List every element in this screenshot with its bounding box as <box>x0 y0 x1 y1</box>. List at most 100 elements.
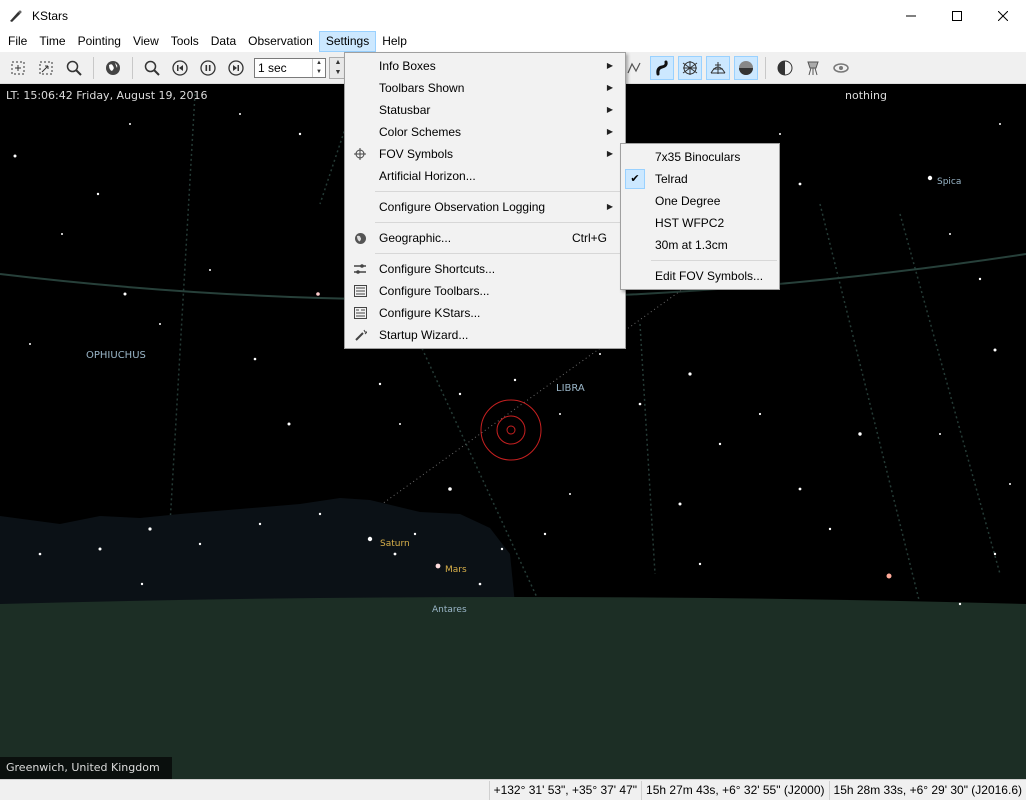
fov-item-hst-wfpc2[interactable]: HST WFPC2 <box>621 212 779 234</box>
toolbar-separator <box>765 57 766 79</box>
menu-observation[interactable]: Observation <box>242 31 319 52</box>
menu-item-label: FOV Symbols <box>379 147 454 161</box>
menu-item-label: Startup Wizard... <box>379 328 469 342</box>
maximize-button[interactable] <box>934 0 980 31</box>
time-step-input[interactable]: 1 sec ▲ ▼ <box>254 57 326 78</box>
menu-item-toolbars-shown[interactable]: Toolbars Shown ▶ <box>345 77 625 99</box>
fov-symbols-submenu: 7x35 Binoculars ✔ Telrad One Degree HST … <box>620 143 780 290</box>
chevron-up-icon[interactable]: ▲ <box>313 59 325 68</box>
menu-data[interactable]: Data <box>205 31 242 52</box>
menu-view[interactable]: View <box>127 31 165 52</box>
menu-item-startup-wizard[interactable]: Startup Wizard... <box>345 324 625 346</box>
toolbars-icon <box>352 283 368 299</box>
crosshair-icon <box>352 146 368 162</box>
title-bar: KStars <box>0 0 1026 31</box>
fov-item-one-degree[interactable]: One Degree <box>621 190 779 212</box>
menu-item-configure-toolbars[interactable]: Configure Toolbars... <box>345 280 625 302</box>
toolbar-separator <box>132 56 133 79</box>
j2000-coordinates: 15h 27m 43s, +6° 32' 55" (J2000) <box>641 780 828 800</box>
menu-item-artificial-horizon[interactable]: Artificial Horizon... <box>345 165 625 187</box>
menu-time[interactable]: Time <box>33 31 71 52</box>
solar-system-icon[interactable] <box>773 56 797 80</box>
shortcuts-icon <box>352 261 368 277</box>
fov-item-telrad[interactable]: ✔ Telrad <box>621 168 779 190</box>
chevron-down-icon[interactable]: ▼ <box>313 68 325 77</box>
kstars-logo-icon <box>8 8 24 24</box>
time-step-control: 1 sec ▲ ▼ ▲ ▼ <box>254 56 347 79</box>
menu-file[interactable]: File <box>2 31 33 52</box>
menu-item-label: Edit FOV Symbols... <box>655 269 764 283</box>
planet-label: Mars <box>445 565 467 575</box>
menu-item-shortcut: Ctrl+G <box>571 231 607 245</box>
menu-separator <box>651 260 777 261</box>
chevron-right-icon: ▶ <box>606 127 613 136</box>
toolbar-separator <box>93 56 94 79</box>
chevron-right-icon: ▶ <box>606 83 613 92</box>
focus-info-box[interactable]: nothing <box>845 89 887 102</box>
menu-item-geographic[interactable]: Geographic... Ctrl+G <box>345 227 625 249</box>
zoom-fit-icon[interactable] <box>6 56 30 80</box>
menu-item-label: 7x35 Binoculars <box>655 150 741 164</box>
menu-settings[interactable]: Settings <box>318 31 377 52</box>
menu-item-color-schemes[interactable]: Color Schemes ▶ <box>345 121 625 143</box>
time-info-box[interactable]: LT: 15:06:42 Friday, August 19, 2016 <box>6 89 208 102</box>
menu-pointing[interactable]: Pointing <box>72 31 127 52</box>
chevron-right-icon: ▶ <box>606 105 613 114</box>
menu-item-configure-kstars[interactable]: Configure KStars... <box>345 302 625 324</box>
menu-bar: File Time Pointing View Tools Data Obser… <box>0 31 1026 52</box>
chevron-right-icon: ▶ <box>606 149 613 158</box>
menu-item-statusbar[interactable]: Statusbar ▶ <box>345 99 625 121</box>
zoom-icon[interactable] <box>140 56 164 80</box>
chevron-right-icon: ▶ <box>606 202 613 211</box>
wizard-icon <box>352 327 368 343</box>
menu-item-label: Configure KStars... <box>379 306 481 320</box>
step-forward-icon[interactable] <box>224 56 248 80</box>
menu-item-label: Info Boxes <box>379 59 436 73</box>
menu-help[interactable]: Help <box>376 31 413 52</box>
menu-item-label: Telrad <box>655 172 688 186</box>
menu-item-fov-symbols[interactable]: FOV Symbols ▶ <box>345 143 625 165</box>
fov-item-binoculars[interactable]: 7x35 Binoculars <box>621 146 779 168</box>
equatorial-grid-icon[interactable] <box>678 56 702 80</box>
pause-icon[interactable] <box>196 56 220 80</box>
menu-item-label: Statusbar <box>379 103 431 117</box>
constellation-name: LIBRA <box>556 383 585 394</box>
menu-item-label: 30m at 1.3cm <box>655 238 728 252</box>
zoom-region-icon[interactable] <box>34 56 58 80</box>
settings-menu: Info Boxes ▶ Toolbars Shown ▶ Statusbar ▶ C… <box>344 52 626 349</box>
checkmark-icon: ✔ <box>625 169 645 189</box>
location-info-box[interactable]: Greenwich, United Kingdom <box>0 757 172 779</box>
star-label: Antares <box>432 605 467 615</box>
menu-separator <box>375 222 623 223</box>
search-icon[interactable] <box>62 56 86 80</box>
globe-icon[interactable] <box>101 56 125 80</box>
step-back-icon[interactable] <box>168 56 192 80</box>
menu-item-label: HST WFPC2 <box>655 216 725 230</box>
altaz-coordinates: +132° 31' 53", +35° 37' 47" <box>488 780 641 800</box>
telescope-icon[interactable] <box>801 56 825 80</box>
menu-item-configure-shortcuts[interactable]: Configure Shortcuts... <box>345 258 625 280</box>
galaxy-icon[interactable] <box>829 56 853 80</box>
jnow-coordinates: 15h 28m 33s, +6° 29' 30" (J2016.6) <box>828 780 1026 800</box>
menu-tools[interactable]: Tools <box>165 31 205 52</box>
menu-item-label: Toolbars Shown <box>379 81 465 95</box>
close-button[interactable] <box>980 0 1026 31</box>
menu-item-label: Color Schemes <box>379 125 462 139</box>
milky-way-icon[interactable] <box>650 56 674 80</box>
fov-item-edit[interactable]: Edit FOV Symbols... <box>621 265 779 287</box>
horizontal-grid-icon[interactable] <box>706 56 730 80</box>
configure-icon <box>352 305 368 321</box>
minimize-button[interactable] <box>888 0 934 31</box>
menu-item-info-boxes[interactable]: Info Boxes ▶ <box>345 55 625 77</box>
menu-item-observation-logging[interactable]: Configure Observation Logging ▶ <box>345 196 625 218</box>
globe-icon <box>352 230 368 246</box>
menu-item-label: Configure Shortcuts... <box>379 262 496 276</box>
star-label: Spica <box>937 177 962 187</box>
chevron-right-icon: ▶ <box>606 61 613 70</box>
ground-icon[interactable] <box>734 56 758 80</box>
constellation-name: OPHIUCHUS <box>86 350 146 361</box>
time-step-spin[interactable]: ▲ ▼ <box>312 58 325 77</box>
status-bar: +132° 31' 53", +35° 37' 47" 15h 27m 43s,… <box>0 779 1026 800</box>
fov-item-30m[interactable]: 30m at 1.3cm <box>621 234 779 256</box>
menu-item-label: Configure Toolbars... <box>379 284 490 298</box>
